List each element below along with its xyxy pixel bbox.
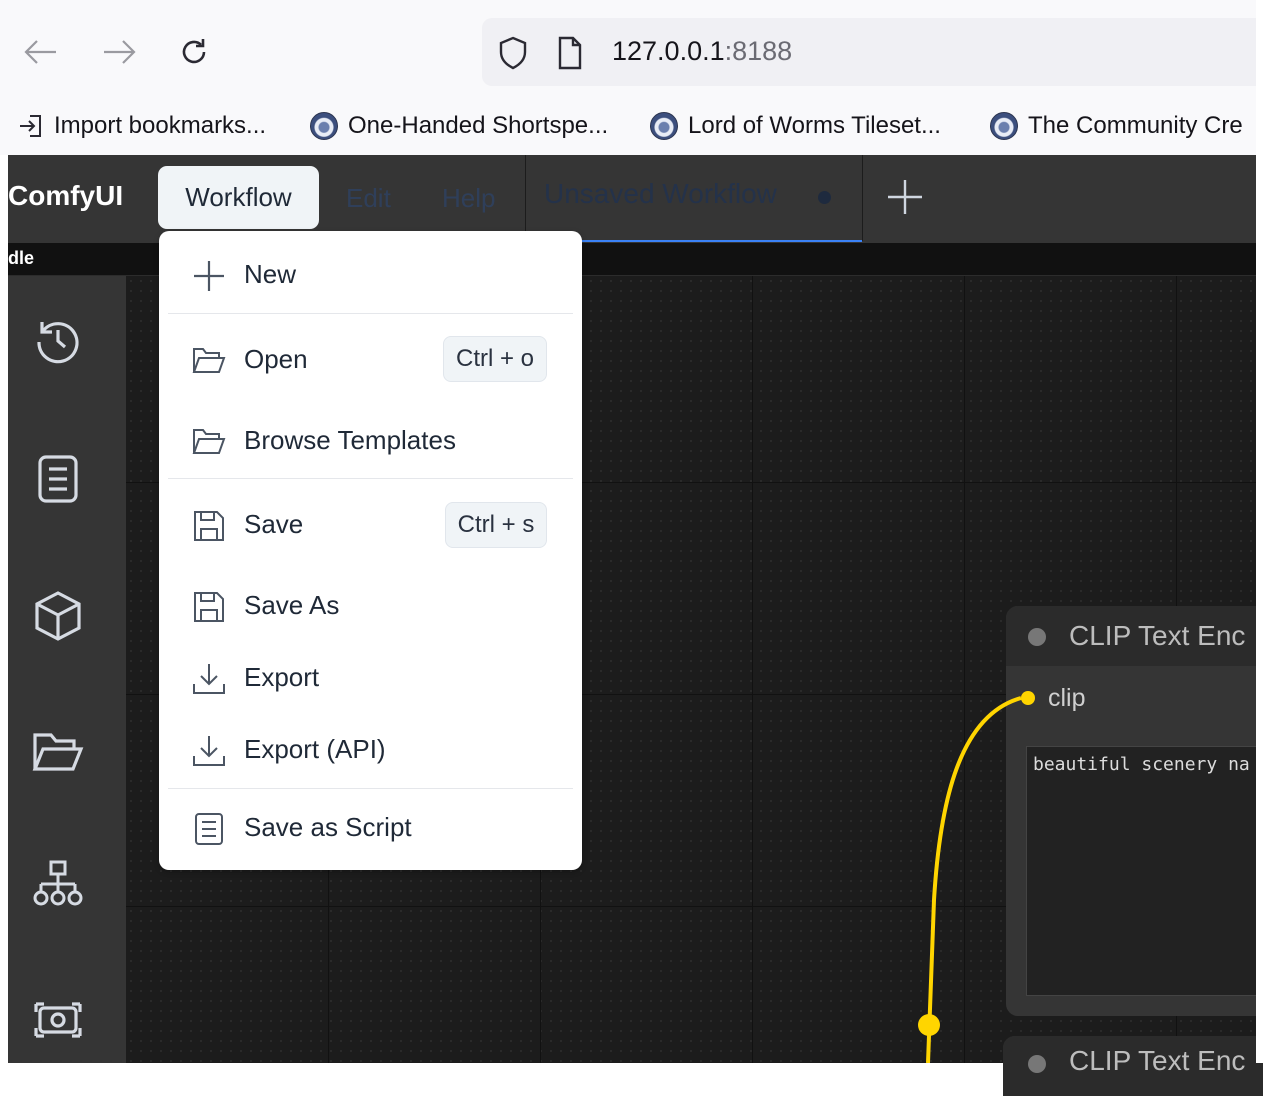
clip-input-label: clip	[1048, 684, 1086, 712]
sidebar	[8, 276, 126, 1063]
bookmark-one-handed[interactable]: One-Handed Shortspe...	[310, 108, 608, 144]
bookmark-community[interactable]: The Community Cre	[990, 108, 1243, 144]
menu-item-label: New	[244, 259, 297, 289]
menu-help[interactable]: Help	[442, 183, 495, 214]
tab-divider	[862, 155, 863, 241]
bookmark-label: The Community Cre	[1028, 112, 1243, 139]
menu-separator	[168, 788, 573, 789]
menu-item-label: Save as Script	[244, 812, 412, 842]
history-icon[interactable]	[30, 312, 86, 368]
menu-separator	[168, 478, 573, 479]
document-list-icon[interactable]	[30, 451, 86, 507]
sitemap-icon[interactable]	[30, 858, 86, 914]
shortcut-open: Ctrl + o	[443, 336, 547, 382]
import-icon	[20, 115, 41, 137]
new-tab-plus-icon[interactable]	[884, 176, 926, 218]
menu-item-label: Save As	[244, 590, 340, 620]
folder-open-icon	[192, 348, 226, 373]
reload-icon	[182, 39, 206, 64]
site-favicon-icon	[310, 112, 338, 140]
url-port: :8188	[724, 36, 793, 66]
app-brand: ComfyUI	[8, 180, 124, 211]
menu-item-save-as[interactable]: Save As	[159, 576, 582, 636]
site-favicon-icon	[650, 112, 678, 140]
menu-workflow[interactable]: Workflow	[158, 166, 319, 229]
node-title: CLIP Text Enc	[1069, 1045, 1246, 1076]
menu-item-browse-templates[interactable]: Browse Templates	[159, 411, 582, 471]
reload-button[interactable]	[172, 30, 216, 74]
menu-item-label: Open	[244, 344, 308, 374]
download-icon	[193, 736, 225, 766]
shortcut-save: Ctrl + s	[445, 502, 547, 548]
node-collapse-dot[interactable]	[1028, 628, 1046, 646]
bookmark-import[interactable]: Import bookmarks...	[18, 108, 266, 144]
cube-icon[interactable]	[30, 588, 86, 644]
unsaved-indicator-icon	[818, 191, 831, 204]
document-icon	[195, 813, 223, 845]
menu-item-save-as-script[interactable]: Save as Script	[159, 798, 582, 858]
plus-icon	[194, 261, 224, 291]
bookmark-label: Lord of Worms Tileset...	[688, 112, 941, 139]
menu-item-label: Export	[244, 662, 320, 692]
menu-edit[interactable]: Edit	[346, 183, 391, 214]
url-host: 127.0.0.1	[612, 36, 725, 66]
node-collapse-dot[interactable]	[1028, 1055, 1046, 1073]
arrow-left-icon	[24, 40, 56, 64]
address-bar[interactable]	[482, 18, 1263, 86]
node-title: CLIP Text Enc	[1069, 620, 1246, 651]
viewport-edge	[1256, 0, 1263, 1063]
queue-status-text: dle	[8, 248, 35, 268]
menu-item-label: Export (API)	[244, 734, 386, 764]
bookmark-label: Import bookmarks...	[54, 112, 267, 139]
menu-item-label: Browse Templates	[244, 425, 456, 455]
tracking-shield-icon[interactable]	[498, 36, 528, 70]
workflow-tab-title: Unsaved Workflow	[544, 178, 777, 209]
image-gallery-icon[interactable]	[30, 992, 86, 1048]
prompt-textarea[interactable]	[1026, 746, 1263, 996]
site-favicon-icon	[990, 112, 1018, 140]
url-text[interactable]: 127.0.0.1:8188	[612, 36, 792, 67]
folder-open-icon[interactable]	[30, 725, 86, 781]
menu-item-export[interactable]: Export	[159, 648, 582, 708]
folder-open-icon	[192, 429, 226, 454]
bookmark-lord-of-worms[interactable]: Lord of Worms Tileset...	[650, 108, 941, 144]
floppy-icon	[194, 592, 224, 622]
back-button[interactable]	[18, 30, 62, 74]
menu-item-new[interactable]: New	[159, 245, 582, 305]
menu-separator	[168, 313, 573, 314]
bookmark-label: One-Handed Shortspe...	[348, 112, 609, 139]
menu-item-export-api[interactable]: Export (API)	[159, 720, 582, 780]
arrow-right-icon	[104, 40, 136, 64]
download-icon	[193, 664, 225, 694]
menu-item-label: Save	[244, 509, 304, 539]
clip-input-slot[interactable]	[1021, 691, 1035, 705]
floppy-icon	[194, 511, 224, 541]
prompt-text-value: beautiful scenery na	[1033, 754, 1250, 775]
forward-button[interactable]	[98, 30, 142, 74]
page-info-icon[interactable]	[556, 36, 584, 70]
